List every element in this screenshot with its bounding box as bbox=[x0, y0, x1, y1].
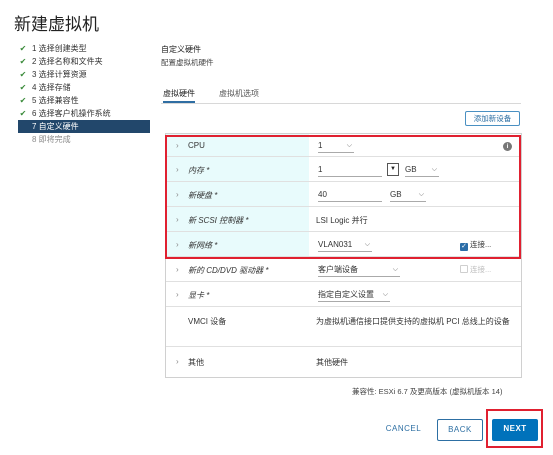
cancel-button[interactable]: CANCEL bbox=[379, 419, 428, 441]
row-video-card: › 显卡 * 指定自定义设置 ⌵ bbox=[166, 282, 521, 307]
check-icon: ✔ bbox=[19, 109, 27, 118]
check-icon: ✔ bbox=[19, 96, 27, 105]
chevron-right-icon[interactable]: › bbox=[176, 265, 179, 274]
chevron-right-icon[interactable]: › bbox=[176, 290, 179, 299]
row-cd-dvd: › 新的 CD/DVD 驱动器 * 客户端设备 ⌵ 连接... bbox=[166, 257, 521, 282]
check-icon: ✔ bbox=[19, 70, 27, 79]
check-icon: ✔ bbox=[19, 57, 27, 66]
wizard-step-6[interactable]: ✔ 6 选择客户机操作系统 bbox=[18, 107, 150, 120]
check-icon: ✔ bbox=[19, 83, 27, 92]
vmci-description: 为虚拟机通信接口提供支持的虚拟机 PCI 总线上的设备 bbox=[316, 317, 510, 326]
wizard-step-5[interactable]: ✔ 5 选择兼容性 bbox=[18, 94, 150, 107]
wizard-steps: ✔ 1 选择创建类型 ✔ 2 选择名称和文件夹 ✔ 3 选择计算资源 ✔ 4 选择存储 … bbox=[18, 42, 150, 146]
tab-bar: 虚拟硬件 虚拟机选项 bbox=[161, 87, 521, 104]
video-card-label: 显卡 * bbox=[188, 291, 210, 300]
other-label: 其他 bbox=[188, 358, 204, 367]
highlight-annotation bbox=[165, 135, 521, 259]
chevron-down-icon: ⌵ bbox=[382, 291, 388, 298]
vmci-label: VMCI 设备 bbox=[188, 317, 227, 326]
wizard-step-1[interactable]: ✔ 1 选择创建类型 bbox=[18, 42, 150, 55]
wizard-step-4[interactable]: ✔ 4 选择存储 bbox=[18, 81, 150, 94]
back-button[interactable]: BACK bbox=[437, 419, 483, 441]
section-title: 自定义硬件 bbox=[161, 45, 201, 54]
chevron-down-icon: ⌵ bbox=[392, 266, 398, 273]
tab-virtual-hardware[interactable]: 虚拟硬件 bbox=[163, 87, 195, 103]
tab-vm-options[interactable]: 虚拟机选项 bbox=[219, 87, 259, 101]
wizard-step-2[interactable]: ✔ 2 选择名称和文件夹 bbox=[18, 55, 150, 68]
dialog-title: 新建虚拟机 bbox=[14, 15, 99, 34]
wizard-step-3[interactable]: ✔ 3 选择计算资源 bbox=[18, 68, 150, 81]
cd-dvd-connect-checkbox: 连接... bbox=[460, 264, 491, 275]
check-icon: ✔ bbox=[19, 44, 27, 53]
cd-dvd-label: 新的 CD/DVD 驱动器 * bbox=[188, 266, 269, 275]
next-highlight-annotation bbox=[486, 409, 543, 448]
compatibility-text: 兼容性: ESXi 6.7 及更高版本 (虚拟机版本 14) bbox=[352, 387, 503, 396]
wizard-step-7[interactable]: 7 自定义硬件 bbox=[18, 120, 150, 133]
video-card-select[interactable]: 指定自定义设置 ⌵ bbox=[318, 288, 390, 302]
checkbox-unchecked-icon bbox=[460, 265, 468, 273]
add-new-device-button[interactable]: 添加新设备 bbox=[465, 111, 520, 126]
row-vmci: VMCI 设备 为虚拟机通信接口提供支持的虚拟机 PCI 总线上的设备 bbox=[166, 307, 521, 347]
cd-dvd-select[interactable]: 客户端设备 ⌵ bbox=[318, 263, 400, 277]
wizard-step-8: 8 即将完成 bbox=[32, 135, 71, 144]
other-value: 其他硬件 bbox=[316, 358, 348, 367]
chevron-right-icon[interactable]: › bbox=[176, 357, 179, 366]
section-subtitle: 配置虚拟机硬件 bbox=[161, 58, 214, 67]
row-other: › 其他 其他硬件 bbox=[166, 347, 521, 377]
